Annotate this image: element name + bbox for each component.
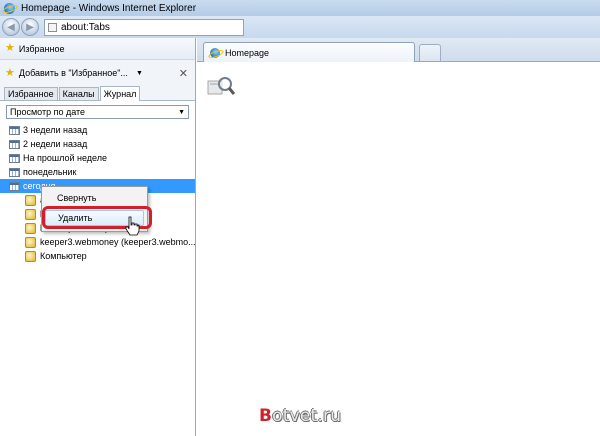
- close-icon[interactable]: ✕: [179, 67, 188, 80]
- add-favorite-star-icon: ★: [5, 66, 15, 79]
- history-item-label: На прошлой неделе: [23, 153, 107, 163]
- title-bar: Homepage - Windows Internet Explorer: [0, 0, 600, 16]
- calendar-icon: [9, 181, 20, 191]
- history-view-select[interactable]: Просмотр по дате ▼: [6, 105, 189, 119]
- calendar-icon: [9, 153, 20, 163]
- add-to-favorites-button[interactable]: ★ Добавить в "Избранное"... ▼ ✕: [0, 60, 195, 86]
- history-date-item[interactable]: понедельник: [0, 165, 195, 179]
- add-to-favorites-label: Добавить в "Избранное"...: [18, 68, 128, 78]
- star-icon: ★: [5, 42, 15, 54]
- site-folder-icon: [25, 250, 36, 262]
- site-folder-icon: [25, 236, 36, 248]
- calendar-icon: [9, 139, 20, 149]
- navigation-bar: ◀ ▶ about:Tabs: [0, 16, 600, 38]
- history-item-label: Компьютер: [40, 251, 87, 261]
- page-content: [197, 62, 600, 436]
- site-folder-icon: [25, 208, 36, 220]
- menu-item-collapse[interactable]: Свернуть: [42, 190, 147, 206]
- tab-homepage[interactable]: Homepage: [203, 42, 415, 62]
- favorites-tabs: Избранное Каналы Журнал: [0, 86, 195, 101]
- watermark: Botvet.ru: [259, 406, 341, 426]
- hand-cursor-icon: [125, 216, 140, 236]
- chevron-down-icon: ▼: [178, 108, 185, 116]
- favorites-center: ★ Избранное ★ Добавить в "Избранное"... …: [0, 38, 196, 436]
- address-input[interactable]: about:Tabs: [44, 18, 244, 36]
- forward-arrow-icon[interactable]: ▶: [21, 18, 39, 36]
- internet-explorer-icon: [4, 2, 15, 14]
- internet-explorer-icon: [210, 47, 220, 58]
- window-title: Homepage - Windows Internet Explorer: [21, 2, 197, 14]
- page-icon: [48, 22, 57, 32]
- calendar-icon: [9, 125, 20, 135]
- tab-feeds[interactable]: Каналы: [58, 87, 99, 100]
- tab-homepage-label: Homepage: [225, 47, 270, 58]
- history-item-label: 3 недели назад: [23, 125, 88, 135]
- back-arrow-icon[interactable]: ◀: [2, 18, 20, 36]
- history-site-item[interactable]: keeper3.webmoney (keeper3.webmo...: [0, 235, 195, 249]
- tab-strip: Homepage: [197, 38, 600, 62]
- calendar-icon: [9, 167, 20, 177]
- search-icon: [207, 77, 236, 95]
- favorites-header-label: Избранное: [18, 43, 65, 54]
- chevron-down-icon[interactable]: ▼: [136, 70, 143, 77]
- site-folder-icon: [25, 222, 36, 234]
- history-date-item[interactable]: 2 недели назад: [0, 137, 195, 151]
- history-date-item[interactable]: На прошлой неделе: [0, 151, 195, 165]
- watermark-initial: B: [259, 406, 273, 426]
- tab-history[interactable]: Журнал: [99, 86, 141, 101]
- history-site-item[interactable]: Компьютер: [0, 249, 195, 263]
- history-item-label: keeper3.webmoney (keeper3.webmo...: [40, 237, 195, 247]
- history-date-item[interactable]: 3 недели назад: [0, 123, 195, 137]
- tab-favorites[interactable]: Избранное: [4, 87, 58, 100]
- watermark-text: otvet.ru: [272, 406, 342, 426]
- site-folder-icon: [25, 194, 36, 206]
- view-select-value: Просмотр по дате: [10, 107, 86, 117]
- favorites-header[interactable]: ★ Избранное: [0, 38, 195, 60]
- history-item-label: 2 недели назад: [23, 139, 88, 149]
- new-tab-button[interactable]: [419, 44, 441, 61]
- address-url: about:Tabs: [61, 21, 110, 33]
- history-item-label: понедельник: [23, 167, 77, 177]
